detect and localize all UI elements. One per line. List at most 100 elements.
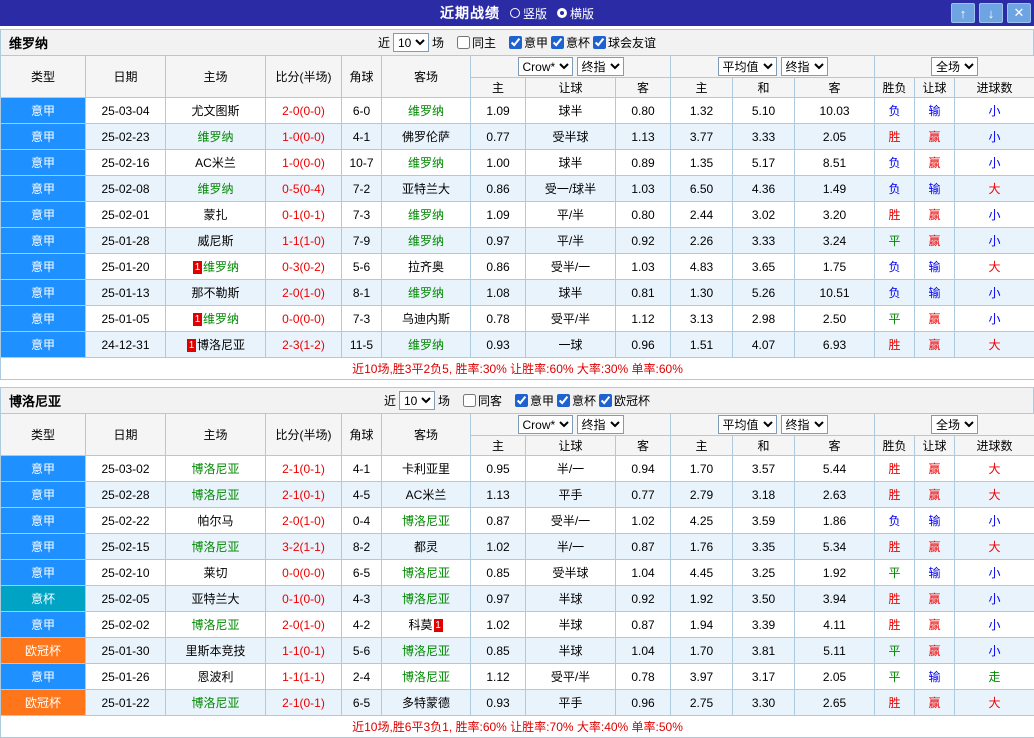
league-filter-serie-a[interactable]: 意甲 <box>515 392 554 409</box>
team-name[interactable]: 博洛尼亚 <box>197 338 245 352</box>
team-name[interactable]: 博洛尼亚 <box>402 514 450 528</box>
team-name[interactable]: 莱切 <box>203 566 227 580</box>
league-checkbox[interactable] <box>593 36 606 49</box>
match-score: 1-0(0-0) <box>266 124 342 150</box>
team-name[interactable]: AC米兰 <box>406 488 447 502</box>
team-name[interactable]: 那不勒斯 <box>191 286 239 300</box>
red-card-badge: 1 <box>187 339 196 352</box>
bookmaker-select[interactable]: Crow* <box>518 57 573 76</box>
outcome-handicap: 输 <box>915 176 955 202</box>
team-name[interactable]: 乌迪内斯 <box>402 312 450 326</box>
odds-value: 受平/半 <box>526 664 616 690</box>
team-name[interactable]: 博洛尼亚 <box>191 540 239 554</box>
match-count-select[interactable]: 10 <box>393 33 429 52</box>
sub-column-header: 主 <box>471 78 526 98</box>
odds-value: 1.09 <box>471 98 526 124</box>
team-name[interactable]: 博洛尼亚 <box>191 696 239 710</box>
team-name[interactable]: 亚特兰大 <box>191 592 239 606</box>
odds-value: 3.59 <box>733 508 795 534</box>
scroll-up-button[interactable]: ↑ <box>951 3 975 23</box>
league-filter-serie-a[interactable]: 意甲 <box>509 34 548 51</box>
league-checkbox[interactable] <box>515 394 528 407</box>
match-row: 意甲25-01-051维罗纳0-0(0-0)7-3乌迪内斯0.78受平/半1.1… <box>1 306 1034 332</box>
team-name[interactable]: 帕尔马 <box>197 514 233 528</box>
team-name[interactable]: 维罗纳 <box>197 182 233 196</box>
team-name[interactable]: 科莫 <box>408 618 432 632</box>
league-filter-italy-cup[interactable]: 意杯 <box>551 34 590 51</box>
odds-value: 0.92 <box>616 586 671 612</box>
team-name[interactable]: 博洛尼亚 <box>402 670 450 684</box>
team-section: 维罗纳 近 10 场 同主 意甲 意杯 球会友谊 类型 日期 主场 比分(半场)… <box>0 29 1034 380</box>
odds-value: 1.32 <box>671 98 733 124</box>
outcome-result: 胜 <box>875 202 915 228</box>
league-badge: 意甲 <box>1 98 86 124</box>
team-name[interactable]: 维罗纳 <box>408 156 444 170</box>
scope-select[interactable]: 全场 <box>931 415 978 434</box>
team-name[interactable]: 博洛尼亚 <box>402 592 450 606</box>
outcome-goals: 小 <box>955 508 1034 534</box>
scope-select[interactable]: 全场 <box>931 57 978 76</box>
team-name[interactable]: 博洛尼亚 <box>191 462 239 476</box>
league-checkbox[interactable] <box>551 36 564 49</box>
scroll-down-button[interactable]: ↓ <box>979 3 1003 23</box>
average-select[interactable]: 平均值 <box>718 415 777 434</box>
average-select[interactable]: 平均值 <box>718 57 777 76</box>
team-name[interactable]: 维罗纳 <box>408 208 444 222</box>
team-name[interactable]: 都灵 <box>414 540 438 554</box>
average-stage-select[interactable]: 终指 <box>781 415 828 434</box>
league-checkbox[interactable] <box>509 36 522 49</box>
team-name[interactable]: AC米兰 <box>195 156 236 170</box>
games-label: 场 <box>432 34 444 51</box>
team-name[interactable]: 博洛尼亚 <box>191 618 239 632</box>
bookmaker-select[interactable]: Crow* <box>518 415 573 434</box>
match-count-select[interactable]: 10 <box>399 391 435 410</box>
team-name[interactable]: 蒙扎 <box>203 208 227 222</box>
team-name[interactable]: 威尼斯 <box>197 234 233 248</box>
sub-column-header: 客 <box>795 78 875 98</box>
league-filter-ucl[interactable]: 欧冠杯 <box>599 392 650 409</box>
team-name[interactable]: 里斯本竞技 <box>185 644 245 658</box>
team-name[interactable]: 博洛尼亚 <box>402 566 450 580</box>
league-filter-friendly[interactable]: 球会友谊 <box>593 34 656 51</box>
same-venue-filter[interactable]: 同主 <box>457 34 496 51</box>
away-team-cell: 都灵 <box>382 534 471 560</box>
view-option-horizontal[interactable]: 横版 <box>557 5 594 22</box>
corner-count: 4-1 <box>342 124 382 150</box>
league-filter-italy-cup[interactable]: 意杯 <box>557 392 596 409</box>
league-badge: 意杯 <box>1 586 86 612</box>
bookmaker-stage-select[interactable]: 终指 <box>577 57 624 76</box>
team-name[interactable]: 卡利亚里 <box>402 462 450 476</box>
team-name[interactable]: 维罗纳 <box>203 260 239 274</box>
close-button[interactable]: ✕ <box>1007 3 1031 23</box>
odds-value: 2.98 <box>733 306 795 332</box>
team-name[interactable]: 维罗纳 <box>408 234 444 248</box>
team-name[interactable]: 佛罗伦萨 <box>402 130 450 144</box>
team-name[interactable]: 维罗纳 <box>197 130 233 144</box>
odds-value: 0.80 <box>616 202 671 228</box>
team-name[interactable]: 博洛尼亚 <box>191 488 239 502</box>
team-name[interactable]: 恩波利 <box>197 670 233 684</box>
team-name[interactable]: 维罗纳 <box>203 312 239 326</box>
filter-controls: 近 10 场 同客 意甲 意杯 欧冠杯 <box>384 391 650 410</box>
league-checkbox[interactable] <box>599 394 612 407</box>
bookmaker-stage-select[interactable]: 终指 <box>577 415 624 434</box>
match-score: 0-3(0-2) <box>266 254 342 280</box>
same-venue-checkbox[interactable] <box>463 394 476 407</box>
team-name[interactable]: 维罗纳 <box>408 104 444 118</box>
same-venue-checkbox[interactable] <box>457 36 470 49</box>
team-name[interactable]: 尤文图斯 <box>191 104 239 118</box>
team-name[interactable]: 维罗纳 <box>408 338 444 352</box>
same-venue-filter[interactable]: 同客 <box>463 392 502 409</box>
column-header: 客场 <box>382 56 471 98</box>
team-name[interactable]: 亚特兰大 <box>402 182 450 196</box>
odds-value: 半/一 <box>526 456 616 482</box>
team-name[interactable]: 维罗纳 <box>408 286 444 300</box>
team-name[interactable]: 多特蒙德 <box>402 696 450 710</box>
odds-value: 4.36 <box>733 176 795 202</box>
average-stage-select[interactable]: 终指 <box>781 57 828 76</box>
view-option-vertical[interactable]: 竖版 <box>510 5 547 22</box>
team-name[interactable]: 拉齐奥 <box>408 260 444 274</box>
league-checkbox[interactable] <box>557 394 570 407</box>
team-name[interactable]: 博洛尼亚 <box>402 644 450 658</box>
league-badge: 意甲 <box>1 456 86 482</box>
